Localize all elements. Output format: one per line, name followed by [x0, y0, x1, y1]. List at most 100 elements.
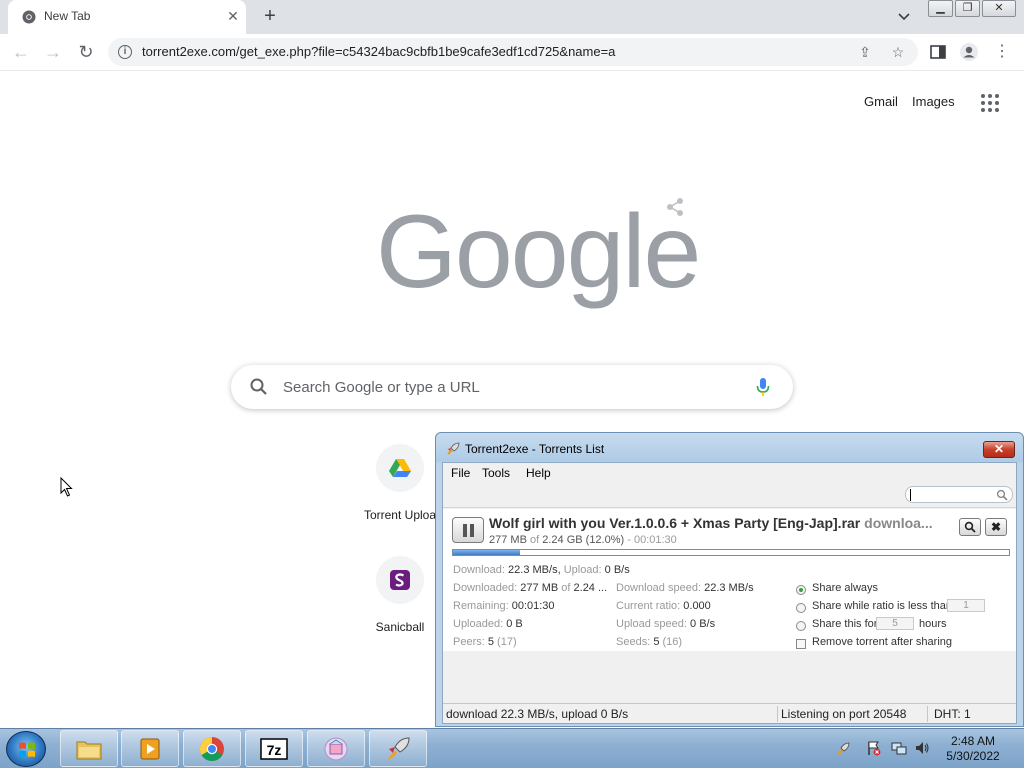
- stat-download-upload: Download: 22.3 MB/s, Upload: 0 B/s: [453, 564, 630, 576]
- seven-zip-icon: 7z: [260, 738, 288, 760]
- network-icon[interactable]: [891, 740, 907, 756]
- summary-percent: (12.0%): [585, 534, 625, 546]
- stat-current-ratio: Current ratio: 0.000: [616, 600, 711, 612]
- share-for-radio[interactable]: [796, 621, 806, 631]
- site-info-icon[interactable]: i: [118, 45, 132, 59]
- svg-text:7z: 7z: [267, 742, 282, 758]
- address-bar[interactable]: i torrent2exe.com/get_exe.php?file=c5432…: [108, 38, 918, 66]
- label: Upload:: [563, 564, 602, 576]
- taskbar-media-player[interactable]: [121, 730, 179, 767]
- label: Download speed:: [616, 582, 702, 594]
- taskbar-chrome[interactable]: [183, 730, 241, 767]
- torrent-window-close-button[interactable]: ✕: [983, 441, 1015, 458]
- google-apps-icon[interactable]: [980, 93, 1000, 113]
- share-page-icon[interactable]: ⇪: [856, 43, 874, 61]
- label: Peers:: [453, 636, 485, 648]
- remove-after-sharing-checkbox[interactable]: [796, 639, 806, 649]
- status-dht: DHT: 1: [934, 707, 971, 721]
- stat-peers: Peers: 5 (17): [453, 636, 517, 648]
- label: of: [561, 582, 571, 594]
- folder-icon: [76, 741, 102, 760]
- images-link[interactable]: Images: [912, 94, 955, 109]
- torrent2exe-window[interactable]: Torrent2exe - Torrents List ✕ File Tools…: [435, 432, 1024, 727]
- new-tab-button[interactable]: +: [258, 5, 282, 29]
- label: Current ratio:: [616, 600, 681, 612]
- windows-logo-icon: [19, 742, 35, 757]
- share-hours-spinner[interactable]: 5: [876, 617, 914, 630]
- tab-search-chevron-icon[interactable]: [894, 8, 914, 26]
- torrent-details-search-button[interactable]: [959, 518, 981, 536]
- value: 22.3 MB/s: [704, 582, 754, 594]
- share-always-radio[interactable]: [796, 585, 806, 595]
- window-title: Torrent2exe - Torrents List: [465, 442, 605, 456]
- window-close-button[interactable]: ✕: [982, 0, 1016, 17]
- search-input[interactable]: [283, 365, 743, 409]
- tray-torrent-icon[interactable]: [836, 742, 850, 756]
- menu-tools[interactable]: Tools: [482, 466, 510, 480]
- google-drive-icon: [389, 459, 411, 477]
- label: Uploaded:: [453, 618, 504, 630]
- browser-toolbar: ← → ↻ i torrent2exe.com/get_exe.php?file…: [0, 34, 1024, 71]
- forward-button[interactable]: →: [42, 41, 64, 63]
- google-search-box[interactable]: [231, 365, 793, 409]
- filter-bar: [443, 482, 1016, 508]
- share-ratio-spinner[interactable]: 1: [947, 599, 985, 612]
- chrome-menu-icon[interactable]: ⋮: [992, 42, 1012, 62]
- summary-downloaded: 277 MB: [489, 534, 527, 546]
- clock-time: 2:48 AM: [950, 734, 996, 748]
- restore-button[interactable]: ❐: [955, 0, 980, 17]
- value: 2.24 ...: [573, 582, 608, 594]
- tab-new-tab[interactable]: New Tab ✕: [8, 0, 246, 34]
- summary-total: 2.24 GB: [542, 534, 583, 546]
- share-ratio-radio[interactable]: [796, 603, 806, 613]
- remove-after-sharing-label[interactable]: Remove torrent after sharing: [812, 636, 952, 648]
- shortcut-tile: [376, 556, 424, 604]
- window-controls: ▁ ❐ ✕: [928, 0, 1018, 18]
- volume-icon[interactable]: [914, 740, 930, 756]
- profile-avatar-icon[interactable]: [959, 42, 979, 62]
- gmail-link[interactable]: Gmail: [864, 94, 898, 109]
- taskbar-7zip[interactable]: 7z: [245, 730, 303, 767]
- share-for-label[interactable]: Share this for: [812, 618, 877, 630]
- reload-button[interactable]: ↻: [75, 41, 97, 63]
- taskbar-torrent2exe[interactable]: [369, 730, 427, 767]
- menu-bar: File Tools Help: [443, 463, 1016, 482]
- google-logo: Google: [376, 194, 701, 310]
- share-always-label[interactable]: Share always: [812, 582, 878, 594]
- text-caret: [910, 489, 911, 501]
- stat-uploaded: Uploaded: 0 B: [453, 618, 523, 630]
- tab-close-icon[interactable]: ✕: [224, 6, 242, 26]
- stat-seeds: Seeds: 5 (16): [616, 636, 682, 648]
- tab-strip: New Tab ✕ + ▁ ❐ ✕: [0, 0, 1024, 34]
- url-text[interactable]: torrent2exe.com/get_exe.php?file=c54324b…: [142, 44, 615, 59]
- menu-help[interactable]: Help: [526, 466, 551, 480]
- pause-button[interactable]: [452, 517, 484, 543]
- action-center-flag-icon[interactable]: [866, 740, 882, 756]
- torrent-filter-input[interactable]: [905, 486, 1013, 503]
- doodle-share-icon[interactable]: [665, 197, 685, 217]
- status-port: Listening on port 20548: [781, 707, 907, 721]
- torrent-status-bar: download 22.3 MB/s, upload 0 B/s Listeni…: [443, 703, 1016, 723]
- remove-torrent-button[interactable]: ✖: [985, 518, 1007, 536]
- taskbar-explorer[interactable]: [60, 730, 118, 767]
- taskbar-app-installer[interactable]: [307, 730, 365, 767]
- value: 277 MB: [520, 582, 559, 594]
- installer-icon: [324, 737, 348, 761]
- label: Upload speed:: [616, 618, 687, 630]
- voice-search-mic-icon[interactable]: [753, 376, 773, 398]
- side-panel-icon[interactable]: [928, 42, 948, 62]
- taskbar-clock[interactable]: 2:48 AM 5/30/2022: [930, 734, 1016, 764]
- mouse-cursor-icon: [60, 477, 73, 497]
- search-icon: [996, 489, 1008, 501]
- share-ratio-label[interactable]: Share while ratio is less than: [812, 600, 952, 612]
- start-button[interactable]: [6, 731, 46, 767]
- bookmark-star-icon[interactable]: ☆: [889, 43, 907, 61]
- minimize-button[interactable]: ▁: [928, 0, 953, 17]
- torrent-status: downloa...: [864, 515, 933, 531]
- menu-file[interactable]: File: [451, 466, 470, 480]
- value: 22.3 MB/s,: [508, 564, 561, 576]
- chrome-icon: [22, 10, 36, 24]
- torrent-progress-bar: [452, 549, 1010, 556]
- back-button[interactable]: ←: [10, 41, 32, 63]
- rocket-app-icon: [387, 737, 410, 761]
